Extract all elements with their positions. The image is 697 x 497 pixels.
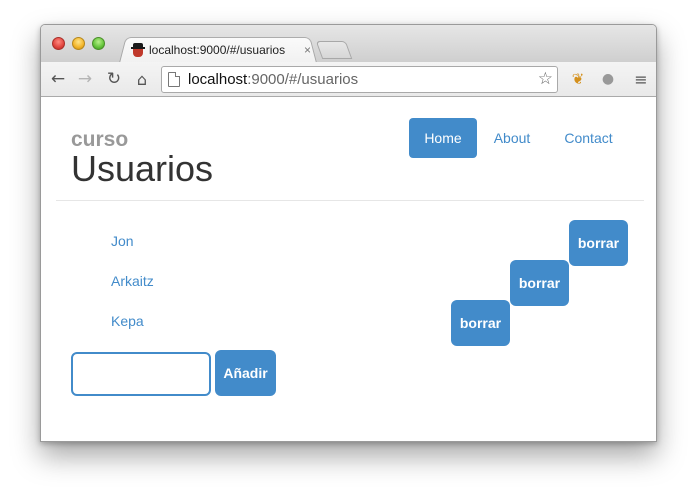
page-icon bbox=[168, 72, 180, 87]
url-host: localhost bbox=[188, 71, 248, 88]
page-title: Usuarios bbox=[71, 148, 214, 189]
delete-button-arkaitz[interactable]: borrar bbox=[510, 260, 569, 306]
new-user-input[interactable] bbox=[71, 352, 211, 396]
nav-about[interactable]: About bbox=[481, 118, 543, 158]
address-bar[interactable]: localhost:9000/#/usuarios ☆ bbox=[161, 66, 558, 93]
favicon-icon bbox=[131, 43, 145, 57]
user-link-jon[interactable]: Jon bbox=[111, 233, 134, 249]
user-link-kepa[interactable]: Kepa bbox=[111, 313, 144, 329]
header-divider bbox=[56, 200, 644, 201]
tab-title: localhost:9000/#/usuarios bbox=[149, 43, 286, 57]
close-window-button[interactable] bbox=[52, 37, 65, 50]
zoom-window-button[interactable] bbox=[92, 37, 105, 50]
reload-icon[interactable]: ↻ bbox=[103, 67, 125, 91]
add-user-button[interactable]: Añadir bbox=[215, 350, 276, 396]
star-icon[interactable]: ☆ bbox=[538, 69, 553, 89]
extension-balloon-icon[interactable]: ● bbox=[597, 67, 619, 91]
user-link-arkaitz[interactable]: Arkaitz bbox=[111, 273, 154, 289]
browser-toolbar: ← → ↻ ⌂ localhost:9000/#/usuarios ☆ ❦ ● … bbox=[41, 62, 656, 97]
tab-close-icon[interactable]: × bbox=[304, 43, 311, 57]
new-tab-button[interactable] bbox=[315, 41, 353, 59]
delete-button-kepa[interactable]: borrar bbox=[451, 300, 510, 346]
delete-button-jon[interactable]: borrar bbox=[569, 220, 628, 266]
home-icon[interactable]: ⌂ bbox=[131, 67, 153, 91]
forward-arrow-icon[interactable]: → bbox=[74, 67, 96, 91]
menu-icon[interactable]: ≡ bbox=[630, 67, 652, 91]
url-path: :9000/#/usuarios bbox=[247, 71, 359, 88]
tab-strip: localhost:9000/#/usuarios × bbox=[41, 25, 656, 63]
extension-basket-icon[interactable]: ❦ bbox=[567, 67, 589, 91]
browser-tab-content: localhost:9000/#/usuarios × bbox=[131, 41, 311, 59]
nav-contact[interactable]: Contact bbox=[551, 118, 626, 158]
page-content: curso Usuarios Home About Contact Jon Ar… bbox=[41, 98, 656, 441]
browser-window: localhost:9000/#/usuarios × ← → ↻ ⌂ loca… bbox=[40, 24, 657, 442]
minimize-window-button[interactable] bbox=[72, 37, 85, 50]
back-arrow-icon[interactable]: ← bbox=[47, 67, 69, 91]
nav-home[interactable]: Home bbox=[409, 118, 477, 158]
